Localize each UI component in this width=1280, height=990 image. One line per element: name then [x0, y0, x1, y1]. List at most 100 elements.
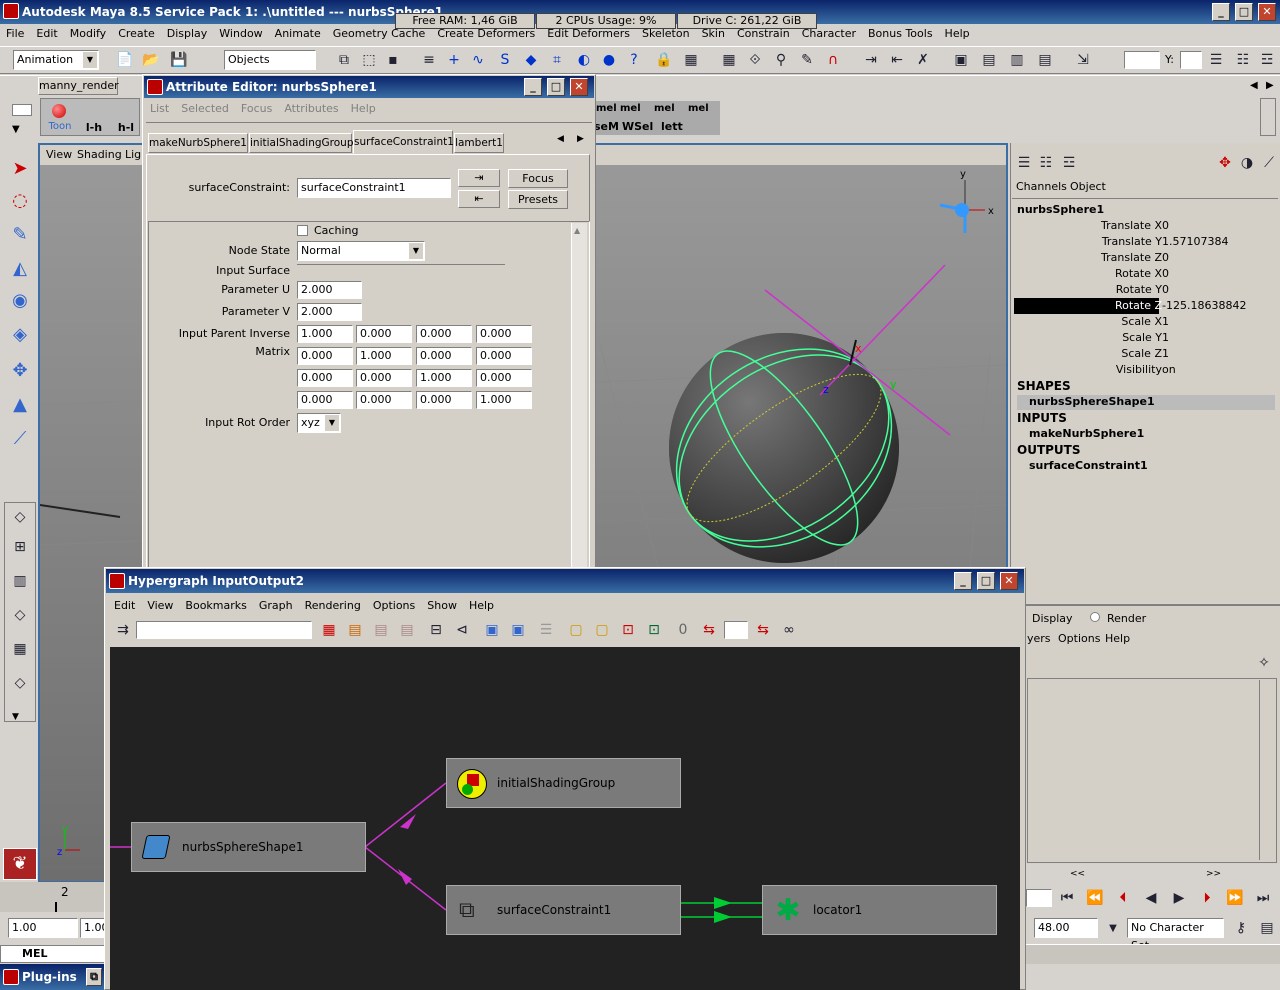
close-button[interactable]: ✕ — [1258, 3, 1276, 21]
rot-order-dropdown[interactable]: xyz ▼ — [297, 413, 341, 433]
hg-input-output-icon[interactable]: ▤ — [344, 619, 366, 641]
shelf-button-toon[interactable]: Toon — [44, 121, 76, 132]
channel-row-selected[interactable]: Rotate Z -125.18638842 — [1014, 298, 1274, 314]
select-input-icon[interactable]: ⇥ — [458, 169, 500, 187]
new-scene-icon[interactable]: 📄 — [114, 49, 136, 71]
channel-row[interactable]: Visibility on — [1014, 362, 1274, 378]
menu-set-dropdown[interactable]: Animation ▼ — [13, 50, 99, 70]
render-icon[interactable]: ● — [598, 49, 620, 71]
hg-close-button[interactable]: ✕ — [1000, 572, 1018, 590]
shelf-scrollbar[interactable] — [1260, 98, 1276, 136]
channel-row[interactable]: Scale Z1 — [1014, 346, 1274, 362]
attr-menu-list[interactable]: List — [144, 100, 175, 118]
select-tool-icon[interactable]: ➤ — [7, 158, 33, 184]
shelf-button-l-h[interactable]: l-h — [80, 121, 108, 134]
input-icon[interactable]: ⇥ — [860, 49, 882, 71]
hg-branch-icon[interactable]: ⊲ — [451, 619, 473, 641]
shelf-button-lett[interactable]: lett — [661, 120, 683, 133]
matrix-cell[interactable]: 1.000 — [416, 369, 472, 387]
menu-create[interactable]: Create — [112, 25, 161, 43]
hg-grid-icon[interactable]: ☰ — [535, 619, 557, 641]
channel-key-icon[interactable]: ✥ — [1214, 152, 1236, 174]
single-view-icon[interactable]: ◇ — [6, 506, 34, 532]
new-layer-icon[interactable]: ✧ — [1253, 652, 1275, 674]
layer-scroll-left[interactable]: << — [1070, 869, 1085, 879]
node-name-field[interactable]: surfaceConstraint1 — [297, 178, 451, 198]
layer-menu-help[interactable]: Help — [1105, 632, 1130, 645]
magnet-icon-3[interactable]: ⚲ — [770, 49, 792, 71]
hg-minimize-button[interactable]: _ — [954, 572, 972, 590]
snap-point-icon[interactable]: S — [494, 49, 516, 71]
hg-menu-show[interactable]: Show — [421, 597, 463, 615]
matrix-cell[interactable]: 1.000 — [476, 391, 532, 409]
paint-select-icon[interactable]: ✎ — [7, 224, 33, 250]
channel-row[interactable]: Rotate X0 — [1014, 266, 1274, 282]
matrix-cell[interactable]: 0.000 — [297, 391, 353, 409]
channel-value[interactable]: 1 — [1162, 346, 1169, 362]
dope-sheet-icon[interactable]: ▥ — [1006, 49, 1028, 71]
render-view-icon[interactable]: ▣ — [950, 49, 972, 71]
layer-display-tab[interactable]: Display — [1032, 612, 1073, 625]
go-to-end-icon[interactable]: ⏭ — [1252, 887, 1274, 909]
viewport-menu-lighting[interactable]: Lig — [125, 148, 141, 161]
channel-row[interactable]: Translate Z0 — [1014, 250, 1274, 266]
attr-menu-attributes[interactable]: Attributes — [278, 100, 344, 118]
channel-row[interactable]: Translate X0 — [1014, 218, 1274, 234]
channel-row[interactable]: Scale X1 — [1014, 314, 1274, 330]
channel-value[interactable]: 0 — [1162, 250, 1169, 266]
matrix-cell[interactable]: 0.000 — [416, 391, 472, 409]
y-field[interactable] — [1180, 51, 1202, 69]
select-output-icon[interactable]: ⇤ — [458, 190, 500, 208]
hg-menu-bookmarks[interactable]: Bookmarks — [179, 597, 252, 615]
hg-depth-field[interactable] — [724, 621, 748, 639]
minimize-button[interactable]: _ — [1212, 3, 1230, 21]
menu-skeleton[interactable]: Skeleton — [636, 25, 696, 43]
viewport-menu-shading[interactable]: Shading — [77, 148, 122, 161]
range-dropdown-icon[interactable]: ▼ — [1102, 918, 1124, 940]
tab-initialshadinggroup[interactable]: initialShadingGroup — [249, 133, 354, 153]
snap-grid-icon[interactable]: + — [443, 49, 465, 71]
output-icon[interactable]: ⇤ — [886, 49, 908, 71]
command-line[interactable] — [0, 945, 105, 963]
select-by-component-icon[interactable]: ▪ — [382, 49, 404, 71]
menu-geometry-cache[interactable]: Geometry Cache — [327, 25, 432, 43]
lasso-tool-icon[interactable]: ◌ — [7, 190, 33, 216]
node-initialshadinggroup[interactable]: initialShadingGroup — [446, 758, 681, 808]
channel-shade-icon[interactable]: ◑ — [1236, 152, 1258, 174]
matrix-cell[interactable]: 0.000 — [476, 347, 532, 365]
object-menu[interactable]: Object — [1070, 180, 1106, 193]
input-node[interactable]: makeNurbSphere1 — [1029, 427, 1144, 440]
range-start2-field[interactable]: 1.00 — [80, 918, 105, 938]
step-forward-icon[interactable]: ⏵ — [1196, 887, 1218, 909]
menu-animate[interactable]: Animate — [269, 25, 327, 43]
shape-node[interactable]: nurbsSphereShape1 — [1029, 395, 1155, 408]
tab-scroll-left-icon[interactable]: ◀ — [557, 134, 564, 144]
help-icon[interactable]: ? — [623, 49, 645, 71]
channel-layout-icon-2[interactable]: ☷ — [1035, 152, 1057, 174]
layer-render-tab[interactable]: Render — [1107, 612, 1146, 625]
snap-plane-icon[interactable]: ◆ — [520, 49, 542, 71]
node-state-dropdown[interactable]: Normal ▼ — [297, 241, 425, 261]
channel-value[interactable]: 0 — [1162, 266, 1169, 282]
magnet-icon-4[interactable]: ✎ — [796, 49, 818, 71]
hg-bookmark-icon[interactable]: ▣ — [481, 619, 503, 641]
menu-edit-deformers[interactable]: Edit Deformers — [541, 25, 636, 43]
layer-menu-options[interactable]: Options — [1058, 632, 1100, 645]
snap-curve-icon[interactable]: ∿ — [467, 49, 489, 71]
hg-menu-view[interactable]: View — [141, 597, 179, 615]
menu-constrain[interactable]: Constrain — [731, 25, 796, 43]
focus-button[interactable]: Focus — [508, 169, 568, 188]
current-time-field[interactable] — [1026, 889, 1052, 907]
transform-options-icon[interactable]: ⇲ — [1072, 49, 1094, 71]
hg-graph-up-icon[interactable]: ▤ — [370, 619, 392, 641]
shelf-arrow-icon[interactable]: ▼ — [12, 124, 20, 135]
outliner-icon[interactable]: ▤ — [1034, 49, 1056, 71]
matrix-cell[interactable]: 0.000 — [356, 369, 412, 387]
matrix-cell[interactable]: 0.000 — [416, 347, 472, 365]
menu-display[interactable]: Display — [161, 25, 214, 43]
graph-persp-icon[interactable]: ◇ — [6, 604, 34, 630]
character-set-field[interactable]: No Character Set — [1127, 918, 1224, 952]
hg-search-field[interactable] — [136, 621, 312, 639]
menu-edit[interactable]: Edit — [30, 25, 63, 43]
magnet-icon-5[interactable]: ∩ — [822, 49, 844, 71]
